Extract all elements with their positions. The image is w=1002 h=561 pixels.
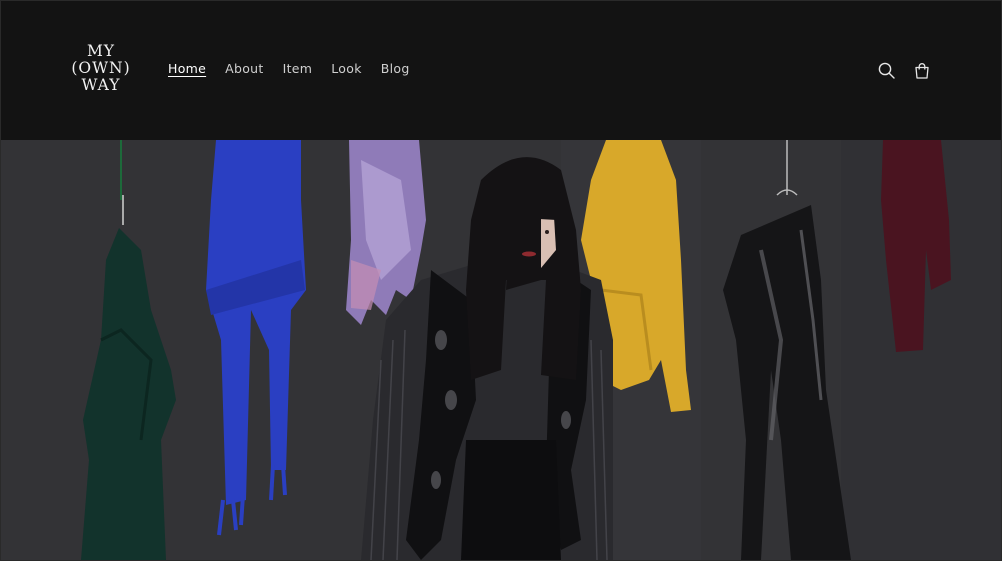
nav-look[interactable]: Look [331,61,361,78]
nav-blog[interactable]: Blog [381,61,410,78]
search-icon[interactable] [877,61,897,81]
nav-home[interactable]: Home [168,61,206,78]
logo-line-2: (OWN) [71,59,131,77]
logo-line-1: MY [86,42,116,60]
nav-item[interactable]: Item [283,61,313,78]
hero-image [1,140,1001,560]
main-nav: Home About Item Look Blog [168,61,410,78]
site-header: MY (OWN) WAY Home About Item Look Blog [1,1,1001,140]
cart-icon[interactable] [912,61,932,81]
logo-line-3: WAY [81,76,121,94]
hero-illustration [1,140,1001,560]
brand-logo[interactable]: MY (OWN) WAY [67,43,135,94]
page: MY (OWN) WAY Home About Item Look Blog [0,0,1002,561]
nav-about[interactable]: About [225,61,263,78]
